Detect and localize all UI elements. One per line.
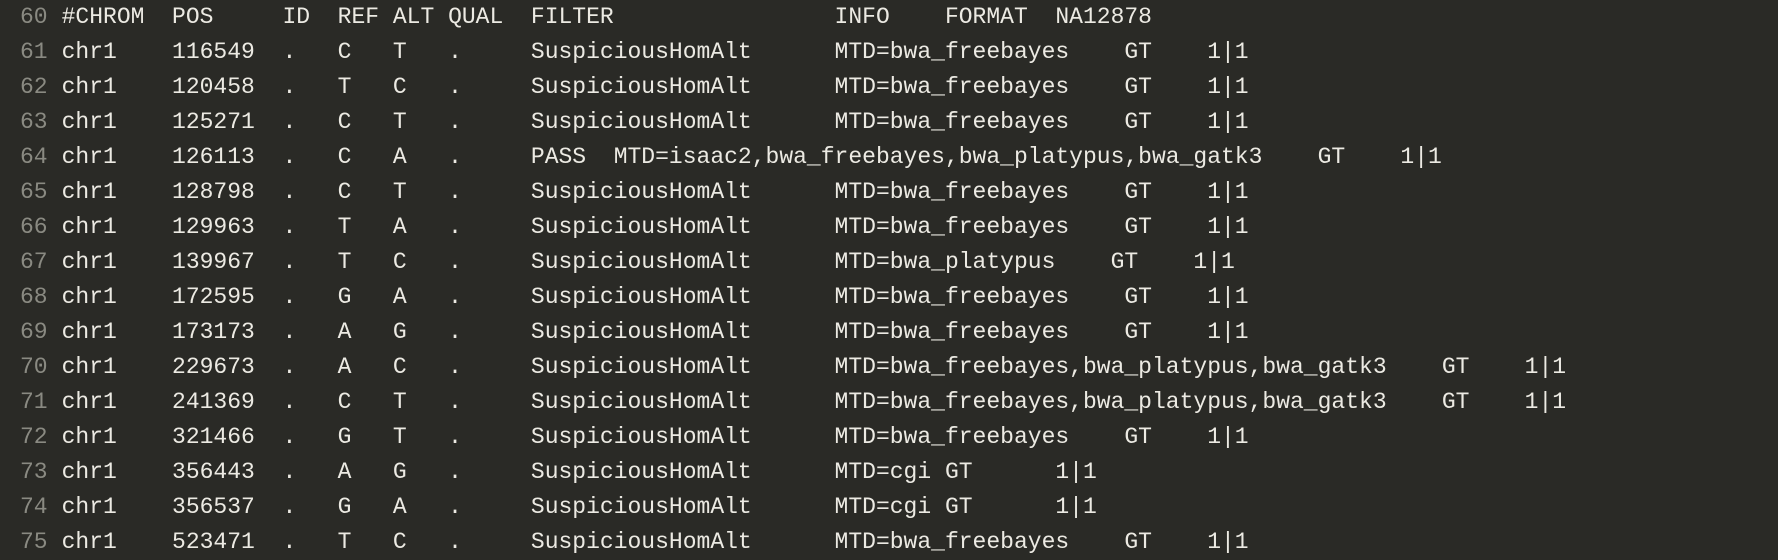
code-line[interactable]: chr1 356537 . G A . SuspiciousHomAlt MTD… [62,490,1778,525]
line-number: 69 [20,315,48,350]
code-line[interactable]: chr1 321466 . G T . SuspiciousHomAlt MTD… [62,420,1778,455]
line-number: 72 [20,420,48,455]
line-number: 70 [20,350,48,385]
code-line[interactable]: chr1 126113 . C A . PASS MTD=isaac2,bwa_… [62,140,1778,175]
line-number: 61 [20,35,48,70]
line-number: 68 [20,280,48,315]
text-editor[interactable]: 60616263646566676869707172737475 #CHROM … [0,0,1778,560]
code-line[interactable]: #CHROM POS ID REF ALT QUAL FILTER INFO F… [62,0,1778,35]
line-number: 62 [20,70,48,105]
line-number: 63 [20,105,48,140]
code-line[interactable]: chr1 229673 . A C . SuspiciousHomAlt MTD… [62,350,1778,385]
line-number: 71 [20,385,48,420]
code-line[interactable]: chr1 356443 . A G . SuspiciousHomAlt MTD… [62,455,1778,490]
code-line[interactable]: chr1 523471 . T C . SuspiciousHomAlt MTD… [62,525,1778,560]
code-area[interactable]: #CHROM POS ID REF ALT QUAL FILTER INFO F… [62,0,1778,560]
code-line[interactable]: chr1 128798 . C T . SuspiciousHomAlt MTD… [62,175,1778,210]
code-line[interactable]: chr1 116549 . C T . SuspiciousHomAlt MTD… [62,35,1778,70]
line-number: 75 [20,525,48,560]
line-number: 66 [20,210,48,245]
line-number-gutter: 60616263646566676869707172737475 [0,0,62,560]
line-number: 65 [20,175,48,210]
code-line[interactable]: chr1 120458 . T C . SuspiciousHomAlt MTD… [62,70,1778,105]
code-line[interactable]: chr1 139967 . T C . SuspiciousHomAlt MTD… [62,245,1778,280]
code-line[interactable]: chr1 129963 . T A . SuspiciousHomAlt MTD… [62,210,1778,245]
line-number: 74 [20,490,48,525]
code-line[interactable]: chr1 173173 . A G . SuspiciousHomAlt MTD… [62,315,1778,350]
code-line[interactable]: chr1 241369 . C T . SuspiciousHomAlt MTD… [62,385,1778,420]
line-number: 64 [20,140,48,175]
code-line[interactable]: chr1 125271 . C T . SuspiciousHomAlt MTD… [62,105,1778,140]
line-number: 60 [20,0,48,35]
line-number: 67 [20,245,48,280]
line-number: 73 [20,455,48,490]
code-line[interactable]: chr1 172595 . G A . SuspiciousHomAlt MTD… [62,280,1778,315]
